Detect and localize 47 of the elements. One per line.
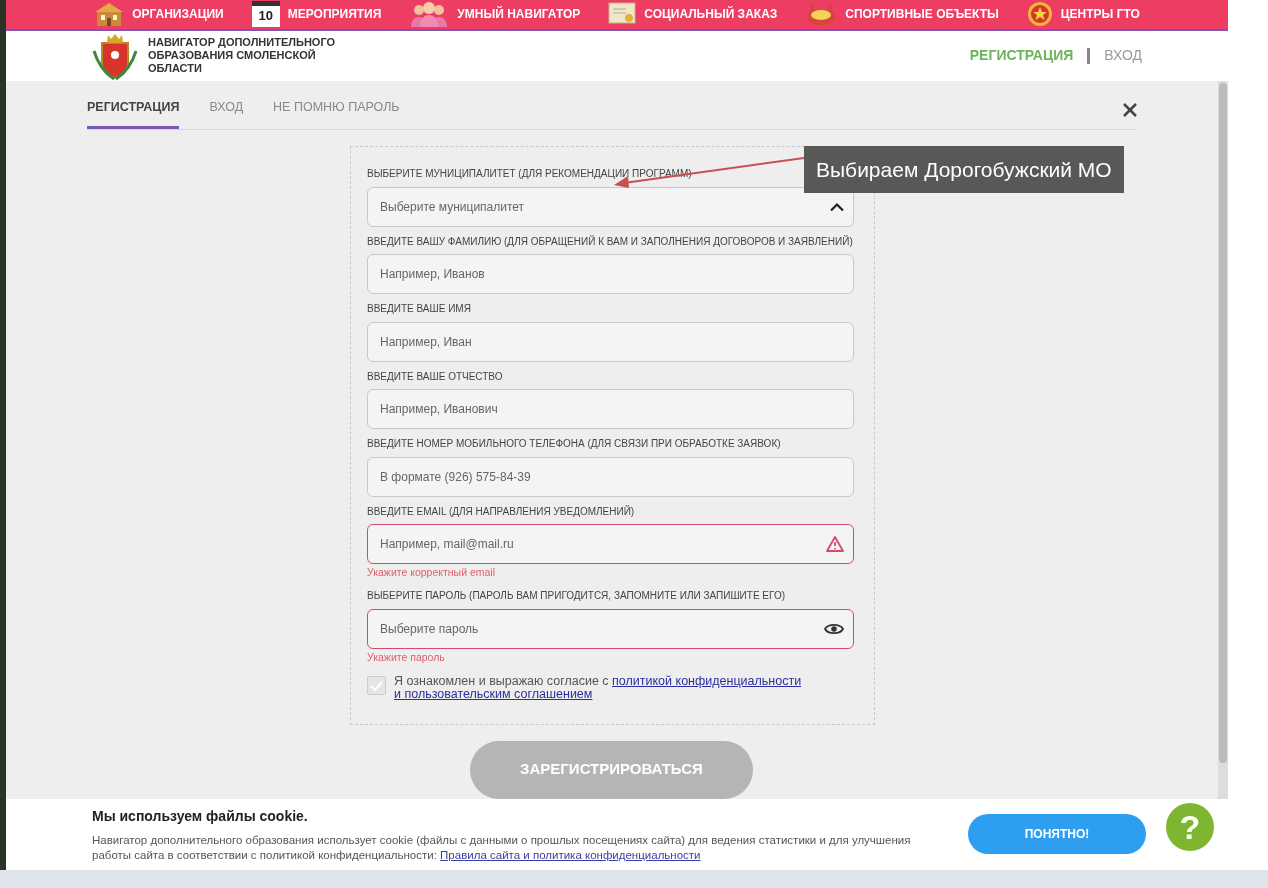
close-icon[interactable] [1123, 102, 1137, 117]
consent-checkbox[interactable] [367, 676, 386, 696]
field-label: ВВЕДИТЕ НОМЕР МОБИЛЬНОГО ТЕЛЕФОНА (ДЛЯ СВЯЗИ ПРИ ОБРАБОТКЕ ЗАЯВОК) [367, 437, 782, 451]
people-icon [409, 1, 450, 28]
annotation-callout: Выбираем Дорогобужский МО [804, 145, 1124, 194]
calendar-icon: 10 [251, 1, 280, 28]
scrollbar[interactable] [1218, 80, 1228, 799]
building-icon [94, 1, 125, 28]
help-button[interactable]: ? [1166, 803, 1214, 852]
nav-link[interactable]: ЦЕНТРЫ ГТО [1026, 1, 1140, 28]
input-field[interactable]: Выберите пароль [367, 608, 854, 649]
nav-link[interactable]: 10 МЕРОПРИЯТИЯ [251, 1, 382, 28]
input-field[interactable]: Например, Иван [367, 321, 854, 362]
field-label: ВВЕДИТЕ ВАШЕ ИМЯ [367, 302, 472, 316]
policy-link[interactable]: политикой конфиденциальности [612, 674, 802, 689]
tab[interactable]: НЕ ПОМНЮ ПАРОЛЬ [273, 90, 400, 130]
input-field[interactable]: Например, mail@mail.ru [367, 524, 854, 565]
warning-icon [826, 536, 844, 553]
tab[interactable]: ВХОД [209, 90, 244, 130]
cookie-policy-link[interactable]: Правила сайта и политика конфиденциальности [440, 848, 701, 861]
eye-icon[interactable] [824, 621, 844, 636]
select-field[interactable]: Выберите муниципалитет [367, 186, 854, 227]
stadium-icon [805, 1, 838, 28]
cookie-title: Мы используем файлы cookie. [92, 806, 309, 826]
input-field[interactable]: Например, Иванов [367, 254, 854, 295]
header-link[interactable]: ВХОД [1104, 45, 1142, 67]
input-field[interactable]: В формате (926) 575-84-39 [367, 456, 854, 497]
nav-link[interactable]: ОРГАНИЗАЦИИ [94, 1, 224, 28]
star-emblem-icon [1026, 1, 1053, 28]
site-title: НАВИГАТОР ДОПОЛНИТЕЛЬНОГО ОБРАЗОВАНИЯ СМОЛЕНСКОЙ ОБЛАСТИ [148, 35, 337, 76]
error-message: Укажите корректный email [367, 565, 496, 581]
accept-button[interactable]: ПОНЯТНО! [968, 814, 1146, 855]
policy-link[interactable]: и пользовательским соглашением [394, 687, 593, 702]
field-label: ВЫБЕРИТЕ ПАРОЛЬ (ПАРОЛЬ ВАМ ПРИГОДИТСЯ, ЗАПОМНИТЕ ИЛИ ЗАПИШИТЕ ЕГО) [367, 589, 786, 603]
field-label: ВВЕДИТЕ ВАШЕ ОТЧЕСТВО [367, 369, 504, 384]
header-link[interactable]: РЕГИСТРАЦИЯ [969, 45, 1074, 67]
consent-text: Я ознакомлен и выражаю согласие с политикой конфиденциальности и пользовательским соглашением [394, 675, 802, 702]
field-label: ВВЕДИТЕ EMAIL (ДЛЯ НАПРАВЛЕНИЯ УВЕДОМЛЕНИЙ) [367, 504, 636, 519]
nav-link[interactable]: СПОРТИВНЫЕ ОБЪЕКТЫ [805, 1, 999, 28]
chevron-icon [830, 202, 844, 212]
input-field[interactable]: Например, Иванович [367, 389, 854, 430]
field-label: ВВЕДИТЕ ВАШУ ФАМИЛИЮ (ДЛЯ ОБРАЩЕНИЙ К ВАМ И ЗАПОЛНЕНИЯ ДОГОВОРОВ И ЗАЯВЛЕНИЙ) [367, 234, 854, 249]
tab[interactable]: РЕГИСТРАЦИЯ [87, 90, 180, 130]
error-message: Укажите пароль [367, 649, 446, 665]
nav-link[interactable]: СОЦИАЛЬНЫЙ ЗАКАЗ [608, 1, 778, 28]
nav-link[interactable]: УМНЫЙ НАВИГАТОР [409, 1, 581, 28]
cookie-text: Навигатор дополнительного образования использует cookie (файлы с данными о прошлых посещениях сайта) для ведения статистики и для улучшения работы сайта в соответствии с политикой конфиденциальности: Правила сайта и политика конфиденциальности [92, 832, 912, 863]
